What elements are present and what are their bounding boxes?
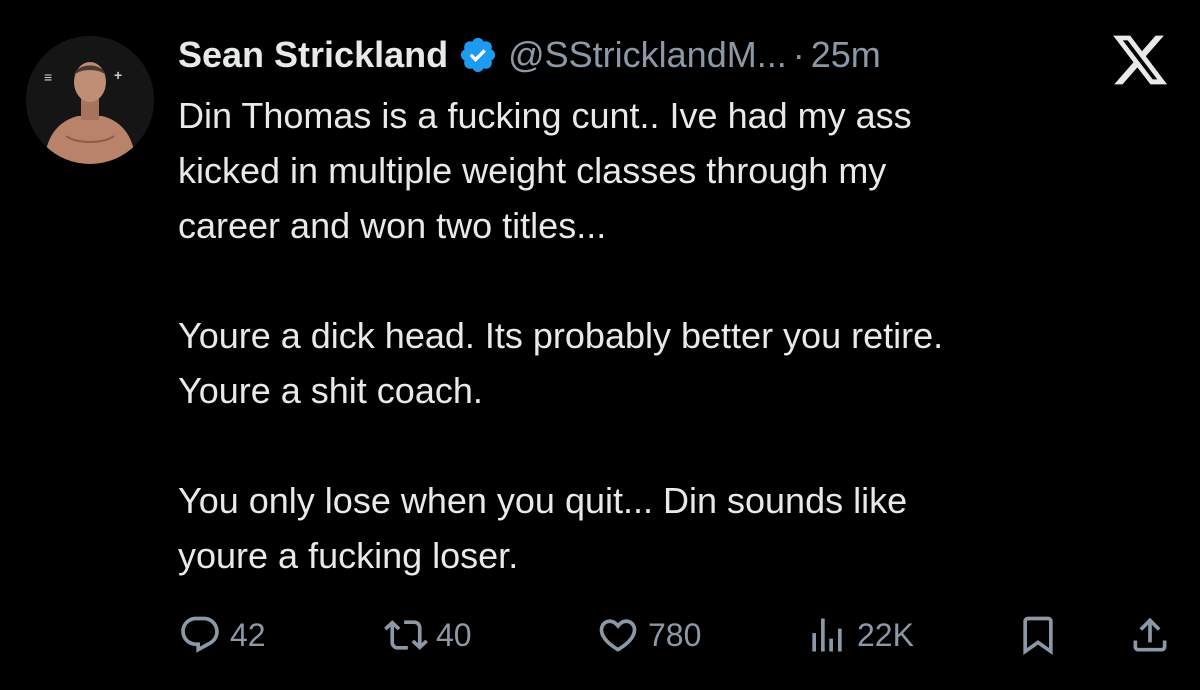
- svg-text:≡: ≡: [44, 69, 52, 85]
- tweet-paragraph-2: Youre a dick head. Its probably better y…: [178, 315, 944, 411]
- svg-text:+: +: [114, 67, 122, 83]
- reply-button[interactable]: 42: [178, 610, 266, 660]
- tweet-paragraph-1: Din Thomas is a fucking cunt.. Ive had m…: [178, 95, 912, 246]
- share-upload-icon: [1133, 617, 1167, 652]
- share-button[interactable]: [1128, 610, 1180, 660]
- author-name[interactable]: Sean Strickland: [178, 30, 448, 80]
- repost-count: 40: [436, 616, 472, 653]
- bookmark-icon: [1023, 616, 1053, 656]
- tweet-card: ≡ + Sean Strickland @SStricklandM... · 2…: [0, 0, 1200, 690]
- repost-arrows-icon: [384, 620, 428, 650]
- views-button[interactable]: 22K: [805, 610, 914, 660]
- repost-button[interactable]: 40: [384, 610, 472, 660]
- like-button[interactable]: 780: [596, 610, 701, 660]
- view-count: 22K: [857, 616, 914, 653]
- timestamp[interactable]: 25m: [811, 30, 881, 80]
- bar-chart-icon: [812, 618, 842, 652]
- tweet-header: Sean Strickland @SStricklandM... · 25m: [178, 30, 881, 80]
- heart-icon: [599, 619, 637, 652]
- tweet-text: Din Thomas is a fucking cunt.. Ive had m…: [178, 88, 1168, 583]
- avatar-photo: ≡ +: [26, 36, 154, 164]
- tweet-paragraph-3: You only lose when you quit... Din sound…: [178, 480, 908, 576]
- x-logo-icon: [1110, 30, 1170, 90]
- reply-count: 42: [230, 616, 266, 653]
- verified-badge-icon: [458, 35, 498, 75]
- speech-bubble-icon: [181, 616, 219, 653]
- like-count: 780: [648, 616, 702, 653]
- separator-dot: ·: [792, 34, 805, 75]
- avatar[interactable]: ≡ +: [26, 36, 154, 164]
- bookmark-button[interactable]: [1016, 610, 1068, 660]
- author-handle[interactable]: @SStricklandM...: [508, 30, 787, 80]
- action-bar: 42 40 780 22K: [178, 610, 1170, 660]
